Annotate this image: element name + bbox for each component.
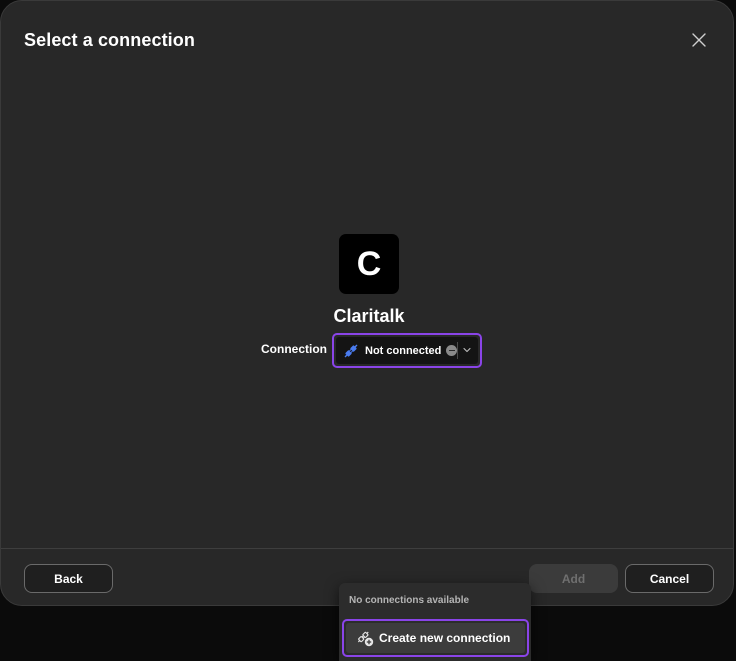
page: Select a connection C Claritalk Connecti… (0, 0, 736, 661)
app-name: Claritalk (333, 306, 405, 326)
add-button[interactable]: Add (529, 564, 618, 593)
app-logo: C (339, 234, 399, 294)
select-connection-dialog: Select a connection C Claritalk Connecti… (0, 0, 734, 606)
dropdown-separator (457, 342, 458, 359)
footer-divider (1, 548, 733, 549)
chevron-down-icon[interactable] (462, 345, 472, 355)
cancel-button[interactable]: Cancel (625, 564, 714, 593)
close-icon (692, 33, 706, 47)
add-connection-icon (357, 631, 374, 647)
connection-dropdown-menu: No connections available Create new conn… (339, 583, 531, 661)
no-connections-message: No connections available (349, 595, 470, 606)
connection-status-text: Not connected (365, 344, 442, 357)
create-new-connection-option[interactable]: Create new connection (342, 619, 529, 657)
dialog-title: Select a connection (24, 30, 195, 50)
create-new-connection-label: Create new connection (379, 631, 511, 645)
close-button[interactable] (687, 28, 711, 52)
back-button[interactable]: Back (24, 564, 113, 593)
connection-dropdown-body: Not connected (336, 337, 478, 364)
create-new-connection-body: Create new connection (346, 623, 525, 653)
connection-label: Connection (261, 342, 327, 356)
connection-dropdown[interactable]: Not connected (332, 333, 482, 368)
plug-icon (342, 342, 360, 360)
app-logo-letter: C (356, 244, 382, 283)
status-dot-icon (446, 345, 458, 356)
